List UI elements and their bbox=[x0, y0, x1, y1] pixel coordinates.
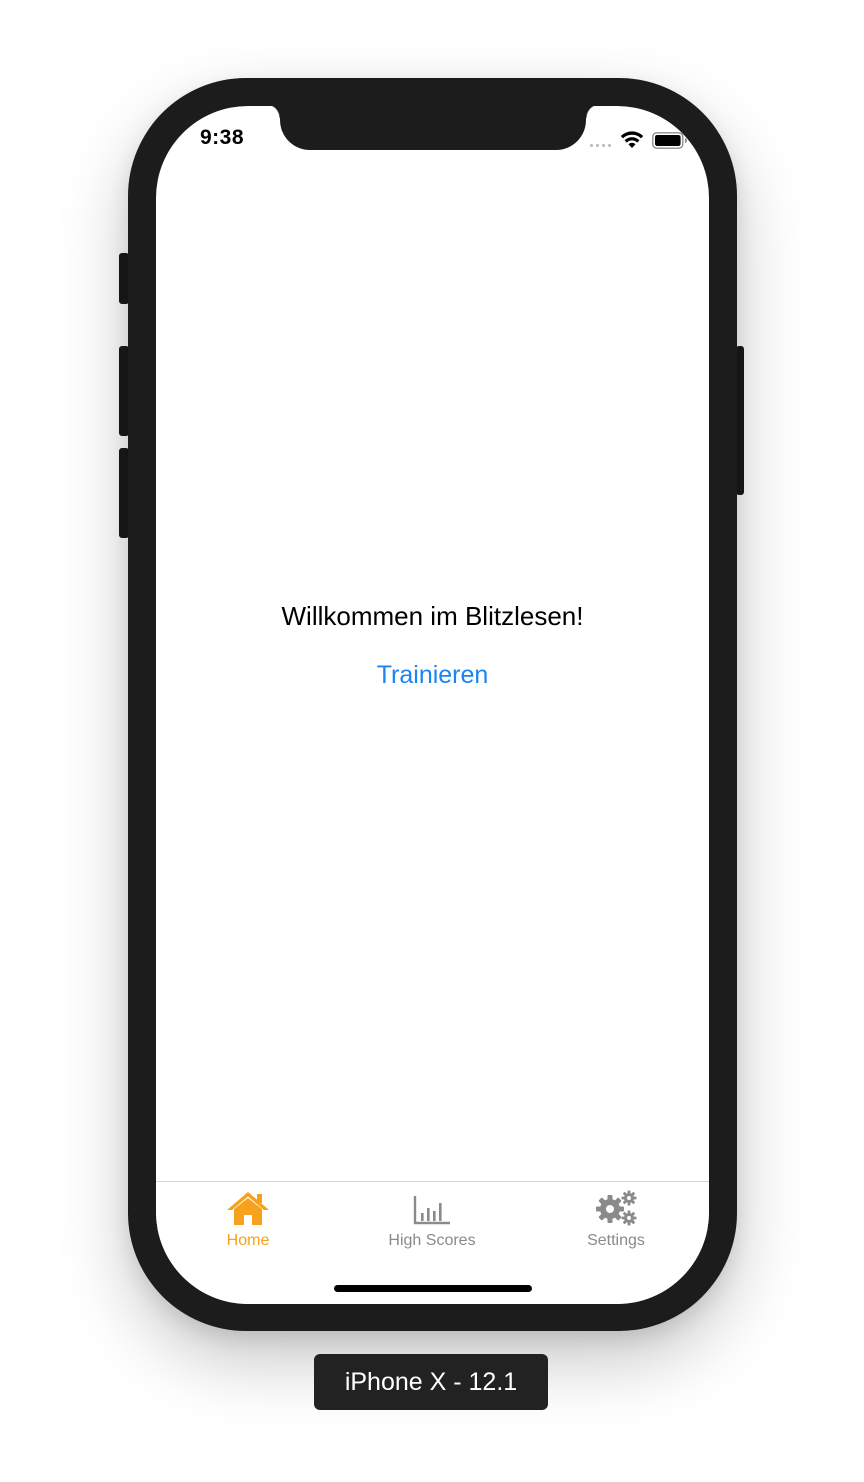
side-power-button bbox=[736, 346, 744, 495]
tab-high-scores[interactable]: High Scores bbox=[340, 1182, 524, 1262]
tab-home[interactable]: Home bbox=[156, 1182, 340, 1262]
welcome-heading: Willkommen im Blitzlesen! bbox=[281, 601, 584, 631]
notch bbox=[266, 106, 600, 150]
device-caption: iPhone X - 12.1 bbox=[314, 1354, 548, 1410]
simulator-stage: 9:38 Willkommen im Blitzlesen! Trainiere… bbox=[0, 0, 864, 1482]
train-button[interactable]: Trainieren bbox=[352, 657, 513, 693]
tab-high-scores-label: High Scores bbox=[388, 1232, 476, 1249]
house-icon bbox=[227, 1192, 269, 1225]
tab-home-label: Home bbox=[226, 1232, 270, 1249]
wifi-icon bbox=[620, 131, 644, 148]
tab-settings-label: Settings bbox=[587, 1232, 645, 1249]
device-screen: 9:38 Willkommen im Blitzlesen! Trainiere… bbox=[156, 106, 709, 1304]
tab-settings[interactable]: Settings bbox=[524, 1182, 708, 1262]
battery-icon bbox=[652, 132, 687, 149]
bar-chart-icon bbox=[413, 1196, 450, 1225]
gears-icon bbox=[596, 1190, 637, 1226]
cellular-signal-icon bbox=[590, 144, 611, 147]
status-time: 9:38 bbox=[200, 126, 245, 149]
home-indicator[interactable] bbox=[334, 1285, 532, 1292]
status-icons bbox=[590, 130, 690, 152]
